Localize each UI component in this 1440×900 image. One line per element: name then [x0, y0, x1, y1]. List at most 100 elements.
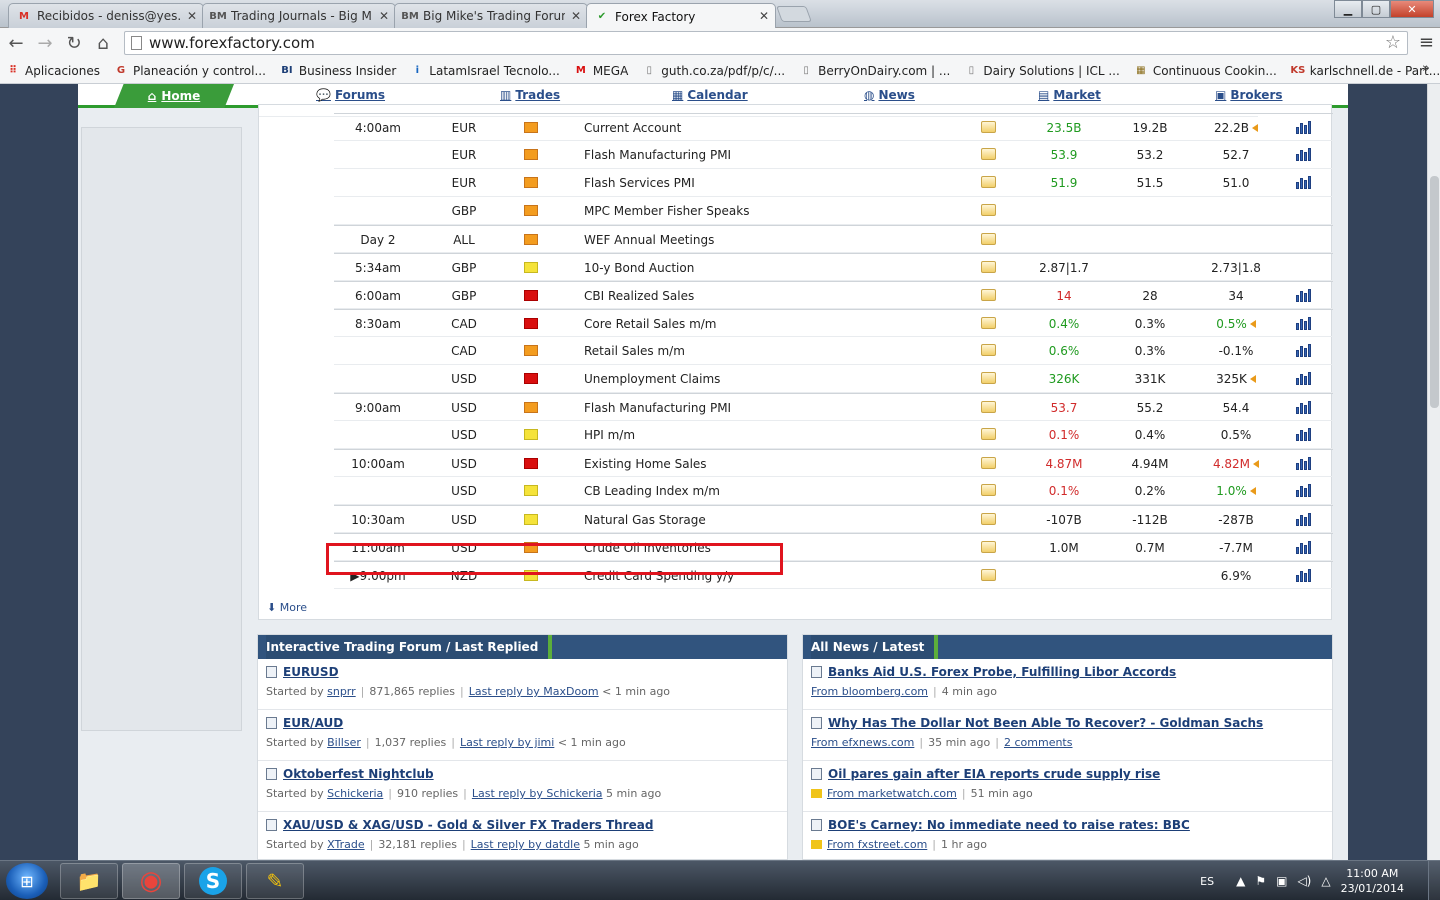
calendar-row[interactable]: 10:30am USD Natural Gas Storage -107B -112B -… [334, 505, 1333, 533]
revised-arrow-icon[interactable] [1249, 320, 1256, 328]
minimize-button[interactable]: ▁ [1334, 0, 1362, 18]
scrollbar-thumb[interactable] [1430, 176, 1439, 408]
event-title[interactable]: MPC Member Fisher Speaks [584, 204, 749, 218]
detail-folder-icon[interactable] [981, 204, 996, 216]
event-title[interactable]: Flash Services PMI [584, 176, 695, 190]
calendar-more-link[interactable]: ⬇ More [267, 601, 307, 614]
browser-tab[interactable]: BM Trading Journals - Big Mik ✕ [202, 3, 396, 28]
bookmark-item[interactable]: KS karlschnell.de - Part... [1290, 64, 1440, 78]
last-reply-link[interactable]: Last reply by MaxDoom [469, 685, 599, 698]
tab-close-icon[interactable]: ✕ [187, 9, 197, 23]
graph-icon[interactable] [1296, 456, 1312, 470]
news-source-link[interactable]: From fxstreet.com [827, 838, 927, 851]
thread-author-link[interactable]: Billser [327, 736, 361, 749]
last-reply-link[interactable]: Last reply by datdle [471, 838, 580, 851]
event-title[interactable]: Flash Manufacturing PMI [584, 401, 731, 415]
language-indicator[interactable]: ES [1200, 875, 1214, 888]
reload-icon[interactable]: ↻ [61, 30, 87, 56]
new-tab-button[interactable] [776, 6, 812, 22]
impact-yellow-icon[interactable] [524, 570, 538, 581]
explorer-app[interactable]: 📁 [60, 863, 118, 899]
detail-folder-icon[interactable] [981, 261, 996, 273]
address-bar[interactable]: www.forexfactory.com ☆ [124, 31, 1408, 55]
last-reply-link[interactable]: Last reply by Schickeria [472, 787, 603, 800]
thread-title-link[interactable]: EUR/AUD [266, 716, 779, 730]
calendar-row[interactable]: USD HPI m/m 0.1% 0.4% 0.5% [334, 421, 1333, 449]
browser-tab[interactable]: BM Big Mike's Trading Forum ✕ [394, 3, 588, 28]
event-title[interactable]: Crude Oil Inventories [584, 541, 711, 555]
bookmark-item[interactable]: ▯ BerryOnDairy.com | ... [799, 64, 950, 78]
bookmark-star-icon[interactable]: ☆ [1385, 32, 1401, 53]
detail-folder-icon[interactable] [981, 317, 996, 329]
detail-folder-icon[interactable] [981, 569, 996, 581]
impact-orange-icon[interactable] [524, 177, 538, 188]
graph-icon[interactable] [1296, 120, 1312, 134]
revised-arrow-icon[interactable] [1249, 375, 1256, 383]
event-title[interactable]: 10-y Bond Auction [584, 261, 694, 275]
news-title-link[interactable]: Oil pares gain after EIA reports crude s… [811, 767, 1324, 781]
impact-yellow-icon[interactable] [524, 485, 538, 496]
thread-title-link[interactable]: EURUSD [266, 665, 779, 679]
event-title[interactable]: WEF Annual Meetings [584, 233, 714, 247]
event-title[interactable]: Core Retail Sales m/m [584, 317, 717, 331]
skype-app[interactable]: S [184, 863, 242, 899]
detail-folder-icon[interactable] [981, 484, 996, 496]
last-reply-link[interactable]: Last reply by jimi [460, 736, 554, 749]
impact-yellow-icon[interactable] [524, 262, 538, 273]
detail-folder-icon[interactable] [981, 289, 996, 301]
event-title[interactable]: CBI Realized Sales [584, 289, 694, 303]
detail-folder-icon[interactable] [981, 541, 996, 553]
calendar-row[interactable]: ▶9:00pm NZD Credit Card Spending y/y 6.9% [334, 561, 1333, 589]
bookmark-item[interactable]: G Planeación y control... [114, 64, 266, 78]
browser-tab[interactable]: ✔ Forex Factory ✕ [586, 3, 776, 29]
calendar-row[interactable]: EUR Flash Manufacturing PMI 53.9 53.2 52.7 [334, 141, 1333, 169]
graph-icon[interactable] [1296, 147, 1312, 161]
graph-icon[interactable] [1296, 371, 1312, 385]
show-desktop-button[interactable] [1428, 861, 1440, 900]
detail-folder-icon[interactable] [981, 344, 996, 356]
calendar-row[interactable]: Day 2 ALL WEF Annual Meetings [334, 225, 1333, 253]
calendar-row[interactable]: GBP MPC Member Fisher Speaks [334, 197, 1333, 225]
graph-icon[interactable] [1296, 427, 1312, 441]
bookmark-item[interactable]: i LatamIsrael Tecnolo... [410, 64, 560, 78]
detail-folder-icon[interactable] [981, 401, 996, 413]
graph-icon[interactable] [1296, 512, 1312, 526]
calendar-row[interactable]: USD CB Leading Index m/m 0.1% 0.2% 1.0% [334, 477, 1333, 505]
bookmarks-more-button[interactable]: » [1422, 61, 1430, 76]
start-button[interactable]: ⊞ [6, 863, 48, 899]
back-icon[interactable]: ← [3, 30, 29, 56]
event-title[interactable]: Existing Home Sales [584, 457, 707, 471]
page-scrollbar[interactable] [1427, 84, 1440, 860]
bookmark-item[interactable]: BI Business Insider [280, 64, 396, 78]
impact-yellow-icon[interactable] [524, 429, 538, 440]
event-title[interactable]: Current Account [584, 121, 681, 135]
detail-folder-icon[interactable] [981, 428, 996, 440]
forward-icon[interactable]: → [32, 30, 58, 56]
nav-home[interactable]: ⌂ Home [114, 84, 234, 108]
impact-orange-icon[interactable] [524, 345, 538, 356]
graph-icon[interactable] [1296, 400, 1312, 414]
impact-orange-icon[interactable] [524, 205, 538, 216]
event-title[interactable]: CB Leading Index m/m [584, 484, 720, 498]
thread-title-link[interactable]: Oktoberfest Nightclub [266, 767, 779, 781]
news-source-link[interactable]: From marketwatch.com [827, 787, 957, 800]
tab-close-icon[interactable]: ✕ [379, 9, 389, 23]
network-icon[interactable]: ▣ [1276, 874, 1287, 888]
calendar-row[interactable]: 4:00am EUR Current Account 23.5B 19.2B 22.2B [334, 113, 1333, 141]
graph-icon[interactable] [1296, 540, 1312, 554]
news-title-link[interactable]: Why Has The Dollar Not Been Able To Reco… [811, 716, 1324, 730]
bookmark-item[interactable]: ▯ guth.co.za/pdf/p/c/... [642, 64, 786, 78]
close-window-button[interactable]: ✕ [1390, 0, 1434, 18]
calendar-row[interactable]: USD Unemployment Claims 326K 331K 325K [334, 365, 1333, 393]
impact-yellow-icon[interactable] [524, 514, 538, 525]
event-title[interactable]: Natural Gas Storage [584, 513, 706, 527]
maximize-button[interactable]: ▢ [1362, 0, 1390, 18]
detail-folder-icon[interactable] [981, 121, 996, 133]
calendar-row[interactable]: 11:00am USD Crude Oil Inventories 1.0M 0.7M -… [334, 533, 1333, 561]
event-title[interactable]: HPI m/m [584, 428, 635, 442]
revised-arrow-icon[interactable] [1249, 487, 1256, 495]
home-icon[interactable]: ⌂ [90, 30, 116, 56]
chrome-menu-icon[interactable]: ≡ [1419, 32, 1434, 53]
impact-orange-icon[interactable] [524, 402, 538, 413]
thread-author-link[interactable]: XTrade [327, 838, 364, 851]
